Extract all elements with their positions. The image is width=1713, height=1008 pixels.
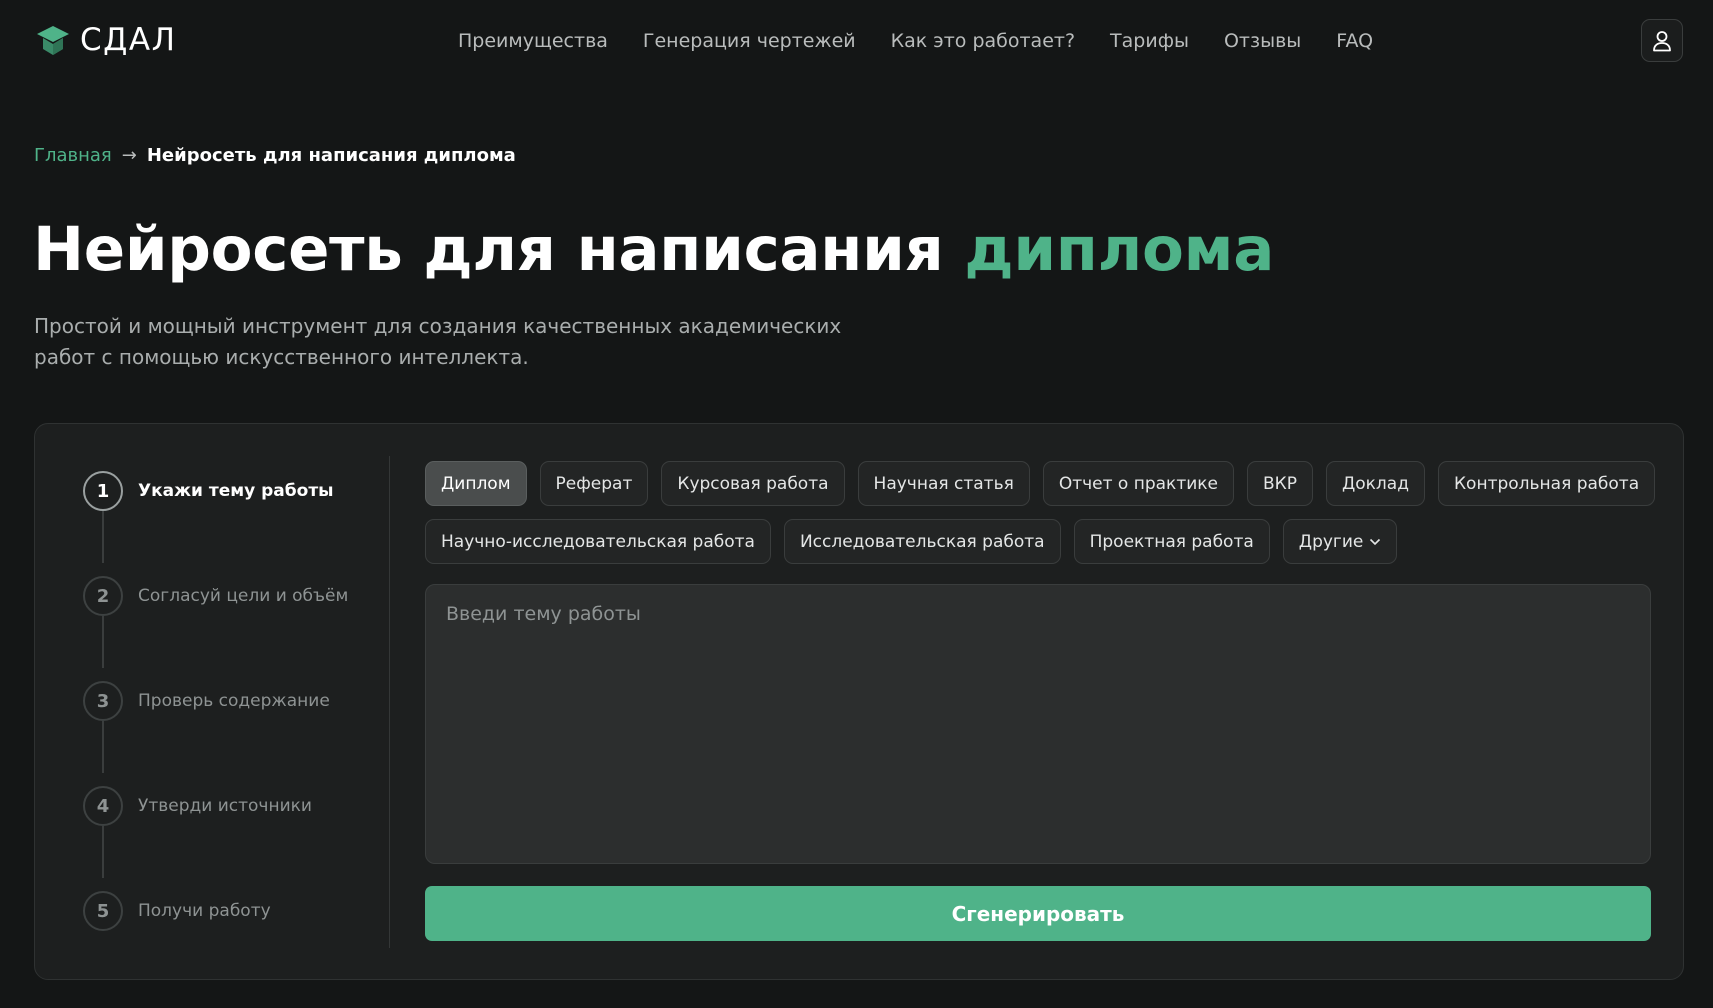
subtitle-line-1: Простой и мощный инструмент для создания… — [34, 314, 842, 338]
page-title: Нейросеть для написания диплома — [33, 212, 1274, 288]
nav-advantages[interactable]: Преимущества — [458, 30, 608, 52]
user-icon — [1653, 30, 1671, 51]
page-title-accent: диплома — [964, 214, 1275, 285]
step-label: Утверди источники — [138, 796, 312, 816]
work-type-chip-essay[interactable]: Реферат — [539, 461, 649, 506]
work-type-chip-vkr[interactable]: ВКР — [1247, 461, 1313, 506]
breadcrumb-separator: → — [121, 144, 137, 166]
user-account-button[interactable] — [1641, 19, 1683, 62]
nav-faq[interactable]: FAQ — [1336, 30, 1373, 52]
subtitle-line-2: работ с помощью искусственного интеллект… — [34, 345, 529, 369]
step-label: Проверь содержание — [138, 691, 330, 711]
step-connector — [102, 826, 104, 878]
breadcrumb: Главная → Нейросеть для написания диплом… — [34, 143, 516, 167]
step-2: 2 Согласуй цели и объём — [83, 576, 348, 616]
nav-drawings[interactable]: Генерация чертежей — [643, 30, 856, 52]
breadcrumb-home[interactable]: Главная — [34, 145, 112, 166]
step-number: 3 — [83, 681, 123, 721]
nav-how-it-works[interactable]: Как это работает? — [891, 30, 1075, 52]
generate-button[interactable]: Сгенерировать — [425, 886, 1651, 941]
step-label: Согласуй цели и объём — [138, 586, 349, 606]
step-connector — [102, 721, 104, 773]
step-label: Укажи тему работы — [138, 481, 334, 501]
site-header: СДАЛ Преимущества Генерация чертежей Как… — [0, 0, 1713, 82]
logo[interactable]: СДАЛ — [36, 22, 176, 58]
work-type-chip-practice-report[interactable]: Отчет о практике — [1042, 461, 1234, 506]
work-type-chip-research-work[interactable]: Научно-исследовательская работа — [425, 519, 771, 564]
logo-icon — [37, 26, 69, 55]
step-label: Получи работу — [138, 901, 271, 921]
work-type-chip-coursework[interactable]: Курсовая работа — [661, 461, 845, 506]
step-number: 1 — [83, 471, 123, 511]
step-connector — [102, 511, 104, 563]
step-number: 2 — [83, 576, 123, 616]
step-number: 5 — [83, 891, 123, 931]
card-divider — [389, 456, 390, 948]
work-type-row-2: Научно-исследовательская работа Исследов… — [425, 519, 1398, 564]
step-number: 4 — [83, 786, 123, 826]
step-connector — [102, 616, 104, 668]
nav-pricing[interactable]: Тарифы — [1110, 30, 1189, 52]
work-type-other-dropdown[interactable]: Другие — [1282, 519, 1398, 564]
work-type-chip-diploma[interactable]: Диплом — [425, 461, 527, 506]
main-nav: Преимущества Генерация чертежей Как это … — [458, 28, 1373, 54]
step-5: 5 Получи работу — [83, 891, 271, 931]
work-type-row-1: Диплом Реферат Курсовая работа Научная с… — [425, 461, 1656, 506]
generator-card: 1 Укажи тему работы 2 Согласуй цели и об… — [34, 423, 1684, 980]
topic-input[interactable] — [425, 584, 1651, 864]
breadcrumb-current: Нейросеть для написания диплома — [146, 144, 516, 166]
chevron-down-icon — [1370, 538, 1381, 545]
logo-text: СДАЛ — [80, 22, 177, 58]
work-type-chip-test-work[interactable]: Контрольная работа — [1437, 461, 1656, 506]
other-label: Другие — [1298, 531, 1364, 552]
work-type-chip-article[interactable]: Научная статья — [857, 461, 1030, 506]
work-type-chip-investigation[interactable]: Исследовательская работа — [783, 519, 1061, 564]
step-3: 3 Проверь содержание — [83, 681, 330, 721]
step-4: 4 Утверди источники — [83, 786, 312, 826]
page-subtitle: Простой и мощный инструмент для создания… — [34, 311, 914, 373]
nav-reviews[interactable]: Отзывы — [1224, 30, 1301, 52]
step-1: 1 Укажи тему работы — [83, 471, 334, 511]
page-title-main: Нейросеть для написания — [33, 214, 965, 285]
work-type-chip-report[interactable]: Доклад — [1325, 461, 1425, 506]
work-type-chip-project[interactable]: Проектная работа — [1073, 519, 1270, 564]
